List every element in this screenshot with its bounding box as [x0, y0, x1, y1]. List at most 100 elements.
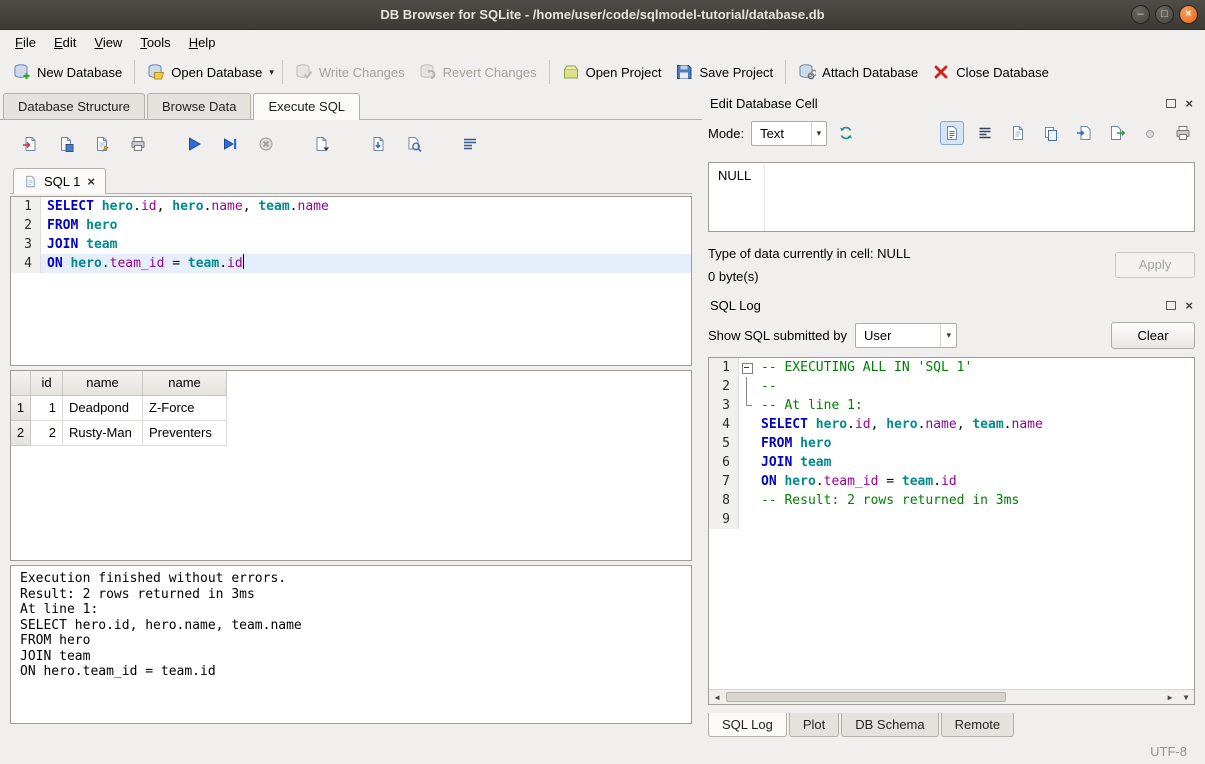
tab-execute-sql[interactable]: Execute SQL: [253, 93, 360, 120]
code-line[interactable]: 5FROM hero: [709, 434, 1194, 453]
execute-all-button[interactable]: [182, 132, 206, 156]
code-line[interactable]: 6JOIN team: [709, 453, 1194, 472]
code-line[interactable]: 7ON hero.team_id = team.id: [709, 472, 1194, 491]
cell-editor[interactable]: NULL: [708, 162, 1195, 232]
tab-browse-data[interactable]: Browse Data: [147, 93, 251, 119]
open-sql-file-button[interactable]: [18, 132, 42, 156]
table-row[interactable]: 11DeadpondZ-Force: [11, 396, 691, 421]
mode-select[interactable]: Text ▾: [751, 121, 827, 146]
menu-view[interactable]: View: [85, 32, 131, 53]
close-dock-icon[interactable]: ×: [1185, 299, 1193, 312]
scroll-right-icon[interactable]: ▶: [1162, 693, 1178, 702]
open-project-button[interactable]: Open Project: [555, 59, 669, 85]
line-number: 4: [11, 254, 41, 273]
code-line[interactable]: 1-- EXECUTING ALL IN 'SQL 1': [709, 358, 1194, 377]
code-line[interactable]: 1SELECT hero.id, hero.name, team.name: [11, 197, 691, 216]
log-horizontal-scrollbar[interactable]: ◀ ▶ ▼: [709, 689, 1194, 704]
toolbar-separator: [282, 60, 283, 84]
table-cell[interactable]: 1: [31, 396, 63, 421]
code-line[interactable]: 4SELECT hero.id, hero.name, team.name: [709, 415, 1194, 434]
menu-help[interactable]: Help: [180, 32, 225, 53]
float-dock-icon[interactable]: [1166, 99, 1176, 108]
import-cell-button[interactable]: [1072, 121, 1096, 145]
main-toolbar: New Database Open Database ▾ Write Chang…: [0, 54, 1205, 90]
open-database-dropdown[interactable]: ▾: [269, 63, 277, 82]
close-button[interactable]: ×: [1179, 5, 1198, 24]
scroll-left-icon[interactable]: ◀: [709, 693, 725, 702]
menu-tools[interactable]: Tools: [131, 32, 179, 53]
scroll-down-icon[interactable]: ▼: [1178, 693, 1194, 702]
save-project-button[interactable]: Save Project: [668, 59, 780, 85]
print-sql-button[interactable]: [126, 132, 150, 156]
print-cell-button[interactable]: [1171, 121, 1195, 145]
row-header[interactable]: 1: [11, 396, 31, 421]
export-results-button[interactable]: [366, 132, 390, 156]
column-header[interactable]: name: [63, 371, 143, 396]
clear-log-button[interactable]: Clear: [1111, 322, 1195, 349]
float-dock-icon[interactable]: [1166, 301, 1176, 310]
export-cell-button[interactable]: [1105, 121, 1129, 145]
menu-edit[interactable]: Edit: [45, 32, 85, 53]
tab-database-structure[interactable]: Database Structure: [3, 93, 145, 119]
dock-tab-sql-log[interactable]: SQL Log: [708, 713, 787, 737]
maximize-button[interactable]: □: [1155, 5, 1174, 24]
code-line[interactable]: 8-- Result: 2 rows returned in 3ms: [709, 491, 1194, 510]
table-cell[interactable]: Deadpond: [63, 396, 143, 421]
attach-database-button[interactable]: Attach Database: [791, 59, 925, 85]
code-line[interactable]: 2FROM hero: [11, 216, 691, 235]
export-icon: [1109, 125, 1125, 141]
sql-tab[interactable]: SQL 1 ×: [13, 168, 106, 194]
line-number: 5: [709, 434, 739, 453]
menu-file[interactable]: File: [6, 32, 45, 53]
save-sql-as-button[interactable]: [90, 132, 114, 156]
table-cell[interactable]: Rusty-Man: [63, 421, 143, 446]
cell-icon-group: [940, 121, 1195, 145]
word-wrap-button[interactable]: [458, 132, 482, 156]
close-dock-icon[interactable]: ×: [1185, 97, 1193, 110]
code-line[interactable]: 9: [709, 510, 1194, 529]
table-cell[interactable]: 2: [31, 421, 63, 446]
encoding-indicator[interactable]: UTF-8: [1150, 744, 1187, 759]
sql-tab-close-icon[interactable]: ×: [87, 175, 95, 188]
word-wrap-icon: [462, 136, 478, 152]
dock-tab-remote[interactable]: Remote: [941, 713, 1015, 737]
column-header[interactable]: name: [143, 371, 227, 396]
close-database-button[interactable]: Close Database: [925, 59, 1056, 85]
row-header[interactable]: 2: [11, 421, 31, 446]
fold-marker-icon[interactable]: [739, 358, 755, 377]
table-row[interactable]: 22Rusty-ManPreventers: [11, 421, 691, 446]
minimize-button[interactable]: –: [1131, 5, 1150, 24]
code-line[interactable]: 3JOIN team: [11, 235, 691, 254]
code-line[interactable]: 3-- At line 1:: [709, 396, 1194, 415]
code-line[interactable]: 4ON hero.team_id = team.id: [11, 254, 691, 273]
scrollbar-thumb[interactable]: [726, 692, 1006, 702]
code-line[interactable]: 2--: [709, 377, 1194, 396]
scrollbar-track[interactable]: [725, 690, 1162, 704]
sql-editor[interactable]: 1SELECT hero.id, hero.name, team.name2FR…: [10, 196, 692, 366]
table-cell[interactable]: Preventers: [143, 421, 227, 446]
attach-database-icon: [798, 63, 816, 81]
log-filter-value: User: [864, 328, 891, 343]
execute-line-button[interactable]: [218, 132, 242, 156]
wrap-lines-icon: [977, 125, 993, 141]
dock-tab-db-schema[interactable]: DB Schema: [841, 713, 938, 737]
execution-message[interactable]: Execution finished without errors. Resul…: [10, 565, 692, 724]
log-filter-select[interactable]: User ▾: [855, 323, 957, 348]
copy-cell-button[interactable]: [1039, 121, 1063, 145]
open-tab-button[interactable]: [310, 132, 334, 156]
new-database-button[interactable]: New Database: [6, 59, 129, 85]
column-header[interactable]: id: [31, 371, 63, 396]
text-mode-button[interactable]: [940, 121, 964, 145]
sql-log-view[interactable]: 1-- EXECUTING ALL IN 'SQL 1'2--3-- At li…: [709, 358, 1194, 689]
sql-file-icon: [24, 175, 37, 188]
auto-switch-mode-button[interactable]: [834, 121, 858, 145]
main-content: Database Structure Browse Data Execute S…: [0, 90, 1205, 738]
open-database-button[interactable]: Open Database: [140, 59, 269, 85]
open-in-editor-button[interactable]: [1006, 121, 1030, 145]
dock-tab-plot[interactable]: Plot: [789, 713, 839, 737]
table-cell[interactable]: Z-Force: [143, 396, 227, 421]
find-replace-button[interactable]: [402, 132, 426, 156]
save-sql-file-button[interactable]: [54, 132, 78, 156]
wrap-lines-button[interactable]: [973, 121, 997, 145]
main-tab-bar: Database Structure Browse Data Execute S…: [0, 90, 702, 120]
